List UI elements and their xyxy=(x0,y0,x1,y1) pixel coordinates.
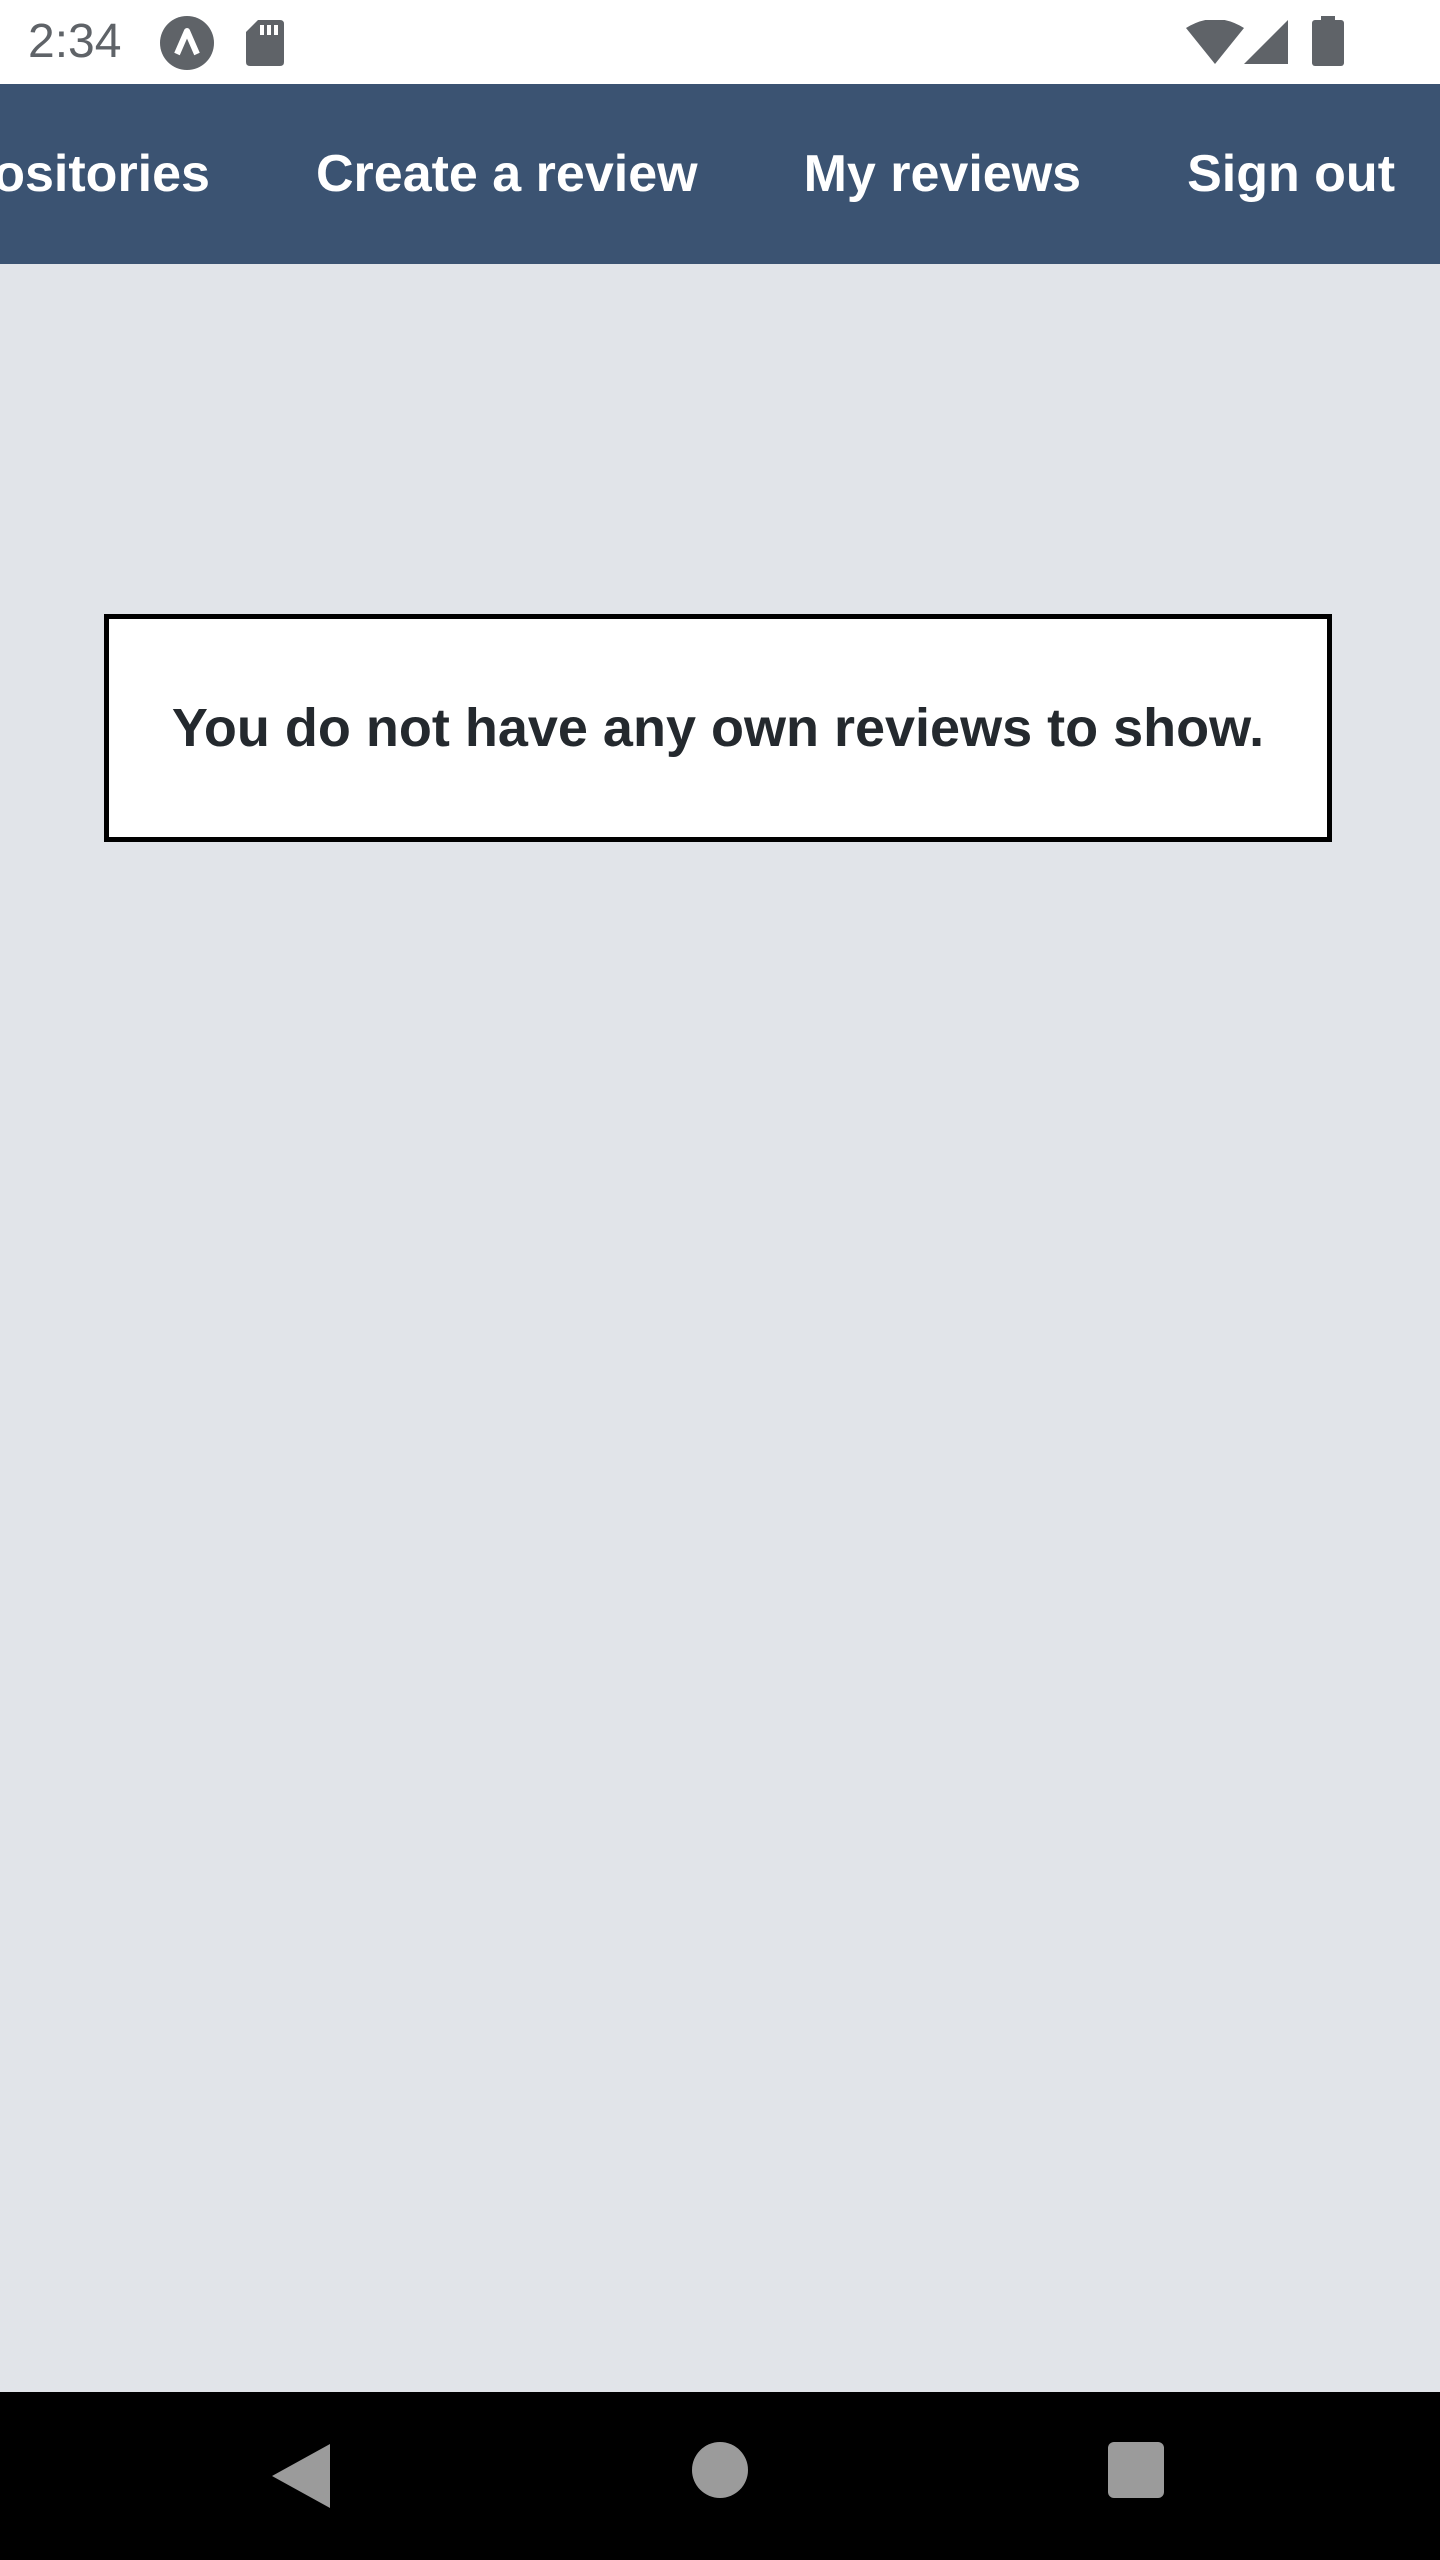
empty-state-message: You do not have any own reviews to show. xyxy=(171,698,1265,758)
tab-bar: Repositories Create a review My reviews … xyxy=(0,84,1440,264)
tab-repositories[interactable]: Repositories xyxy=(0,84,263,264)
battery-icon xyxy=(1312,16,1344,66)
navigation-bar xyxy=(0,2392,1440,2560)
wifi-icon xyxy=(1186,20,1244,64)
status-bar: 2:34 xyxy=(0,0,1440,84)
tab-my-reviews[interactable]: My reviews xyxy=(751,84,1135,264)
recents-icon[interactable] xyxy=(1108,2442,1164,2498)
sd-card-icon xyxy=(246,20,284,66)
app-bar: Repositories Create a review My reviews … xyxy=(0,84,1440,264)
cell-signal-icon xyxy=(1244,20,1288,64)
screen: 2:34 Repositories Create a review My rev… xyxy=(0,0,1440,2560)
home-icon[interactable] xyxy=(692,2442,748,2498)
tab-create-review[interactable]: Create a review xyxy=(263,84,751,264)
tab-sign-out[interactable]: Sign out xyxy=(1134,84,1440,264)
back-icon[interactable] xyxy=(272,2444,330,2508)
status-time: 2:34 xyxy=(28,15,122,68)
empty-state-card: You do not have any own reviews to show. xyxy=(104,614,1332,842)
app-notification-icon xyxy=(160,16,214,70)
